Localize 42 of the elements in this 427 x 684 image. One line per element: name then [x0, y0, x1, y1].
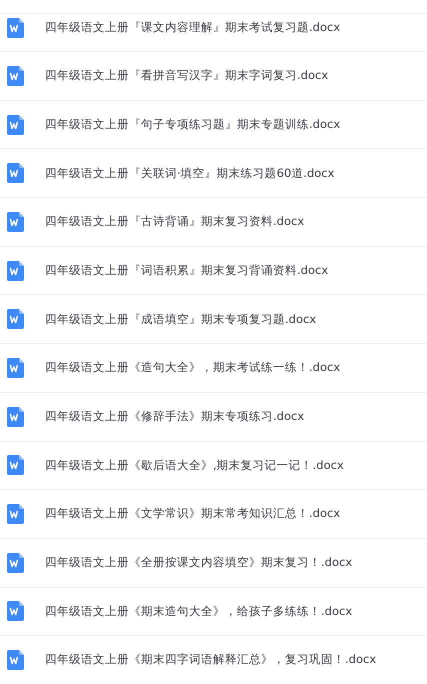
word-document-icon: [7, 358, 24, 378]
file-name: 四年级语文上册『古诗背诵』期末复习资料.docx: [45, 213, 304, 230]
word-document-icon: [7, 406, 24, 427]
file-row[interactable]: 四年级语文上册『课文内容理解』期末考试复习题.docx: [0, 14, 427, 52]
file-row[interactable]: 四年级语文上册《造句大全》，期末考试练一练！.docx: [0, 344, 427, 393]
file-row[interactable]: 四年级语文上册『成语填空』期末专项复习题.docx: [0, 295, 427, 344]
file-name: 四年级语文上册《文学常识》期末常考知识汇总！.docx: [45, 505, 340, 522]
file-name: 四年级语文上册『词语积累』期末复习背诵资料.docx: [45, 262, 328, 279]
file-row[interactable]: 四年级语文上册『句子专项练习题』期末专题训练.docx: [0, 100, 427, 150]
file-name: 四年级语文上册『课文内容理解』期末考试复习题.docx: [45, 18, 340, 36]
file-row[interactable]: 四年级语文上册『看拼音写汉字』期末字词复习.docx: [0, 52, 427, 101]
file-name: 四年级语文上册《修辞手法》期末专项练习.docx: [45, 408, 304, 426]
file-row[interactable]: 四年级语文上册『关联词·填空』期末练习题60道.docx: [0, 149, 427, 198]
file-name: 四年级语文上册『关联词·填空』期末练习题60道.docx: [45, 164, 334, 182]
file-row[interactable]: 四年级语文上册『词语积累』期末复习背诵资料.docx: [0, 246, 427, 296]
file-name: 四年级语文上册『句子专项练习题』期末专题训练.docx: [45, 116, 340, 133]
file-name: 四年级语文上册《歇后语大全》,期末复习记一记！.docx: [45, 456, 344, 474]
file-name: 四年级语文上册《造句大全》，期末考试练一练！.docx: [45, 359, 340, 376]
file-name: 四年级语文上册《期末造句大全》，给孩子多练练！.docx: [45, 602, 352, 620]
word-document-icon: [7, 212, 24, 232]
word-document-icon: [7, 650, 24, 670]
word-document-icon: [7, 309, 24, 330]
file-name: 四年级语文上册『看拼音写汉字』期末字词复习.docx: [45, 67, 328, 84]
word-document-icon: [7, 455, 24, 476]
file-row[interactable]: 四年级语文上册《歇后语大全》,期末复习记一记！.docx: [0, 442, 427, 490]
file-name: 四年级语文上册《期末四字词语解释汇总》，复习巩固！.docx: [45, 651, 376, 668]
file-row[interactable]: 四年级语文上册《全册按课文内容填空》期末复习！.docx: [0, 538, 427, 588]
word-document-icon: [7, 552, 24, 573]
word-document-icon: [7, 601, 24, 622]
word-document-icon: [7, 504, 24, 524]
word-document-icon: [7, 114, 24, 135]
file-row[interactable]: 四年级语文上册《文学常识》期末常考知识汇总！.docx: [0, 490, 427, 539]
file-row[interactable]: 四年级语文上册『古诗背诵』期末复习资料.docx: [0, 198, 427, 247]
file-name: 四年级语文上册『成语填空』期末专项复习题.docx: [45, 310, 316, 328]
word-document-icon: [7, 163, 24, 184]
word-document-icon: [7, 66, 24, 86]
word-document-icon: [7, 18, 24, 38]
file-row[interactable]: 四年级语文上册《期末造句大全》，给孩子多练练！.docx: [0, 588, 427, 636]
word-document-icon: [7, 260, 24, 281]
file-name: 四年级语文上册《全册按课文内容填空》期末复习！.docx: [45, 554, 352, 572]
file-row[interactable]: 四年级语文上册《期末四字词语解释汇总》，复习巩固！.docx: [0, 636, 427, 684]
file-row[interactable]: 四年级语文上册《修辞手法》期末专项练习.docx: [0, 392, 427, 442]
